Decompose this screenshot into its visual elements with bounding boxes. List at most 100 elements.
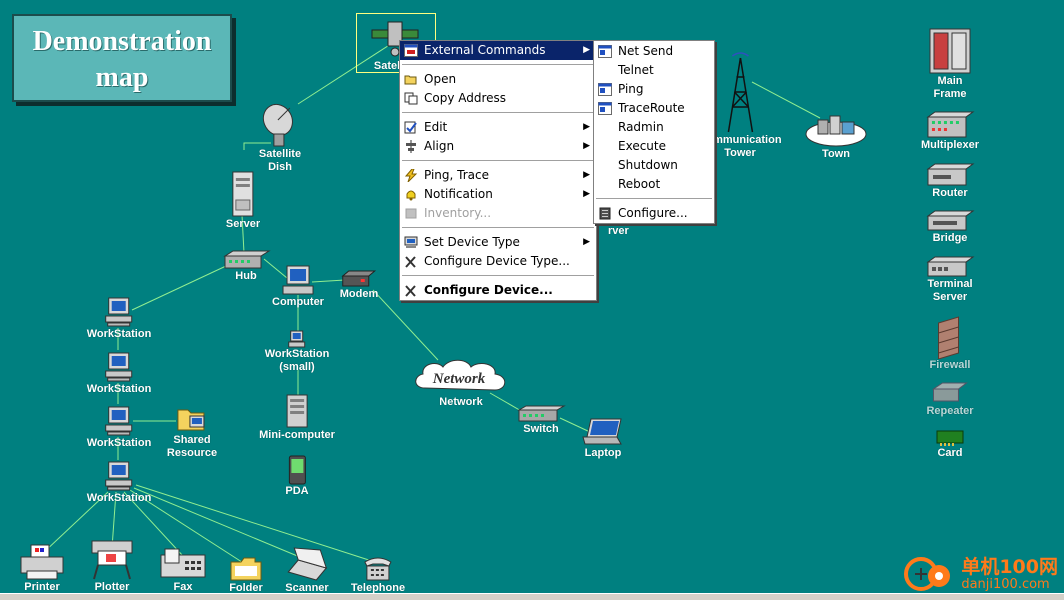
external-commands-submenu: Net Send Telnet Ping TraceRoute Radmin E… (593, 40, 715, 224)
palette-repeater[interactable]: Repeater (926, 381, 974, 418)
palette-main-frame[interactable]: Main Frame (926, 25, 974, 101)
menu-item-notification[interactable]: Notification ▶ (400, 185, 596, 204)
submenu-item-net-send[interactable]: Net Send (594, 42, 714, 61)
submenu-item-telnet[interactable]: Telnet (594, 61, 714, 80)
submenu-item-traceroute[interactable]: TraceRoute (594, 99, 714, 118)
node-server[interactable]: Server (226, 170, 260, 231)
modem-icon (341, 270, 377, 287)
router-icon (926, 163, 975, 186)
node-modem[interactable]: Modem (339, 270, 379, 301)
lightning-icon (404, 169, 418, 182)
watermark-site-url: danji100.com (961, 576, 1050, 592)
node-printer[interactable]: Printer (17, 543, 67, 594)
node-network[interactable]: Network Network (411, 358, 511, 409)
menu-item-edit[interactable]: Edit ▶ (400, 118, 596, 137)
device-type-icon (404, 236, 418, 248)
menu-item-align[interactable]: Align ▶ (400, 137, 596, 156)
node-laptop[interactable]: Laptop (581, 417, 625, 460)
menu-item-copy-address[interactable]: Copy Address (400, 89, 596, 108)
node-hub[interactable]: Hub (221, 250, 271, 283)
node-folder[interactable]: Folder (229, 556, 263, 595)
node-plotter[interactable]: Plotter (88, 537, 136, 594)
submenu-item-configure[interactable]: Configure... (594, 204, 714, 223)
node-shared-resource[interactable]: Shared Resource (167, 404, 217, 460)
node-label: WorkStation (86, 492, 152, 504)
network-map-canvas[interactable]: Demonstration map Satellite Satellite Di… (0, 0, 1064, 600)
submenu-arrow-icon: ▶ (583, 141, 590, 151)
submenu-item-radmin[interactable]: Radmin (594, 118, 714, 137)
menu-item-ping-trace[interactable]: Ping, Trace ▶ (400, 166, 596, 185)
switch-icon (517, 405, 566, 422)
node-label: Town (822, 148, 850, 160)
palette-label: Terminal Server (927, 278, 973, 303)
mini-computer-icon (286, 394, 308, 428)
menu-separator (402, 227, 594, 229)
node-label: Modem (339, 288, 379, 300)
node-scanner[interactable]: Scanner (285, 546, 329, 595)
node-label: Computer (272, 296, 324, 308)
submenu-item-shutdown[interactable]: Shutdown (594, 156, 714, 175)
multiplexer-icon (926, 111, 975, 138)
workstation-small-icon (288, 330, 306, 348)
palette-label: Repeater (926, 405, 974, 417)
submenu-item-ping[interactable]: Ping (594, 80, 714, 99)
node-label: Laptop (584, 447, 622, 459)
menu-item-set-device-type[interactable]: Set Device Type ▶ (400, 233, 596, 252)
watermark-logo-icon (904, 557, 951, 591)
menu-item-external-commands[interactable]: External Commands ▶ (400, 41, 596, 60)
node-server-partial[interactable]: rver (608, 225, 629, 238)
node-satellite-dish[interactable]: Satellite Dish (259, 102, 301, 174)
node-fax[interactable]: Fax (159, 547, 207, 594)
folder-open-icon (404, 75, 417, 85)
menu-item-inventory[interactable]: Inventory... (400, 204, 596, 223)
node-label: WorkStation (86, 383, 152, 395)
node-label: Satellite Dish (258, 148, 302, 173)
submenu-arrow-icon: ▶ (583, 237, 590, 247)
laptop-icon (582, 418, 622, 445)
external-commands-icon (404, 44, 418, 57)
palette-label: Multiplexer (920, 139, 980, 151)
node-workstation-small[interactable]: WorkStation (small) (265, 330, 329, 374)
node-computer[interactable]: Computer (272, 264, 324, 309)
menu-item-open[interactable]: Open (400, 70, 596, 89)
terminal-server-icon (926, 256, 975, 277)
menu-separator (596, 198, 712, 200)
horizontal-scrollbar[interactable] (0, 593, 1064, 600)
tools-icon (405, 256, 416, 268)
palette-multiplexer[interactable]: Multiplexer (921, 111, 979, 152)
menu-separator (402, 112, 594, 114)
node-telephone[interactable]: Telephone (351, 554, 405, 595)
palette-label: Main Frame (933, 75, 967, 100)
palette-card[interactable]: Card (935, 429, 965, 460)
menu-item-configure-device-type[interactable]: Configure Device Type... (400, 252, 596, 271)
watermark: 单机100网 danji100.com (903, 554, 1058, 594)
palette-router[interactable]: Router (925, 163, 975, 200)
palette-firewall[interactable]: Firewall (929, 315, 971, 372)
node-workstation-1[interactable]: WorkStation (87, 296, 151, 341)
node-switch[interactable]: Switch (516, 405, 566, 436)
node-pda[interactable]: PDA (285, 455, 309, 498)
palette-label: Bridge (932, 232, 968, 244)
node-mini-computer[interactable]: Mini-computer (259, 393, 335, 442)
network-cloud-icon: Network (415, 359, 506, 391)
edit-icon (404, 121, 417, 134)
inventory-icon (405, 208, 417, 219)
map-title: Demonstration map (32, 26, 212, 93)
palette-bridge[interactable]: Bridge (925, 210, 975, 245)
palette-label: Firewall (929, 359, 971, 371)
watermark-site-name: 单机100网 (961, 555, 1058, 578)
menu-item-configure-device[interactable]: Configure Device... (400, 281, 596, 300)
submenu-item-execute[interactable]: Execute (594, 137, 714, 156)
palette-terminal-server[interactable]: Terminal Server (925, 256, 975, 304)
submenu-arrow-icon: ▶ (583, 189, 590, 199)
node-workstation-3[interactable]: WorkStation (87, 405, 151, 450)
workstation-icon (105, 406, 133, 436)
plotter-icon (91, 540, 133, 580)
node-workstation-4[interactable]: WorkStation (86, 460, 152, 505)
node-town[interactable]: Town (804, 110, 868, 161)
node-workstation-2[interactable]: WorkStation (86, 351, 152, 396)
fax-icon (160, 548, 206, 578)
submenu-item-reboot[interactable]: Reboot (594, 175, 714, 194)
workstation-icon (105, 352, 133, 382)
node-label: Switch (523, 423, 559, 435)
